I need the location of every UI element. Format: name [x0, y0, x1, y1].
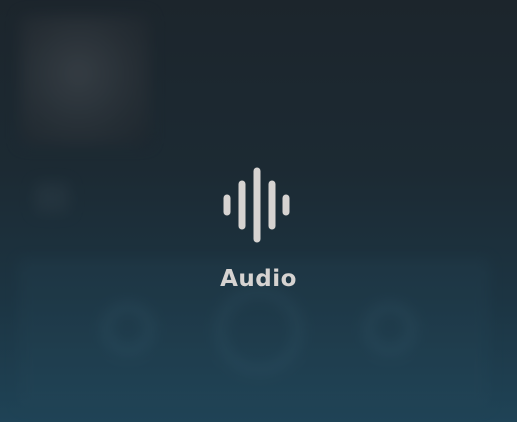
- audio-waveform-icon: [223, 167, 290, 243]
- audio-overlay[interactable]: Audio: [0, 0, 517, 422]
- audio-label: Audio: [220, 266, 297, 292]
